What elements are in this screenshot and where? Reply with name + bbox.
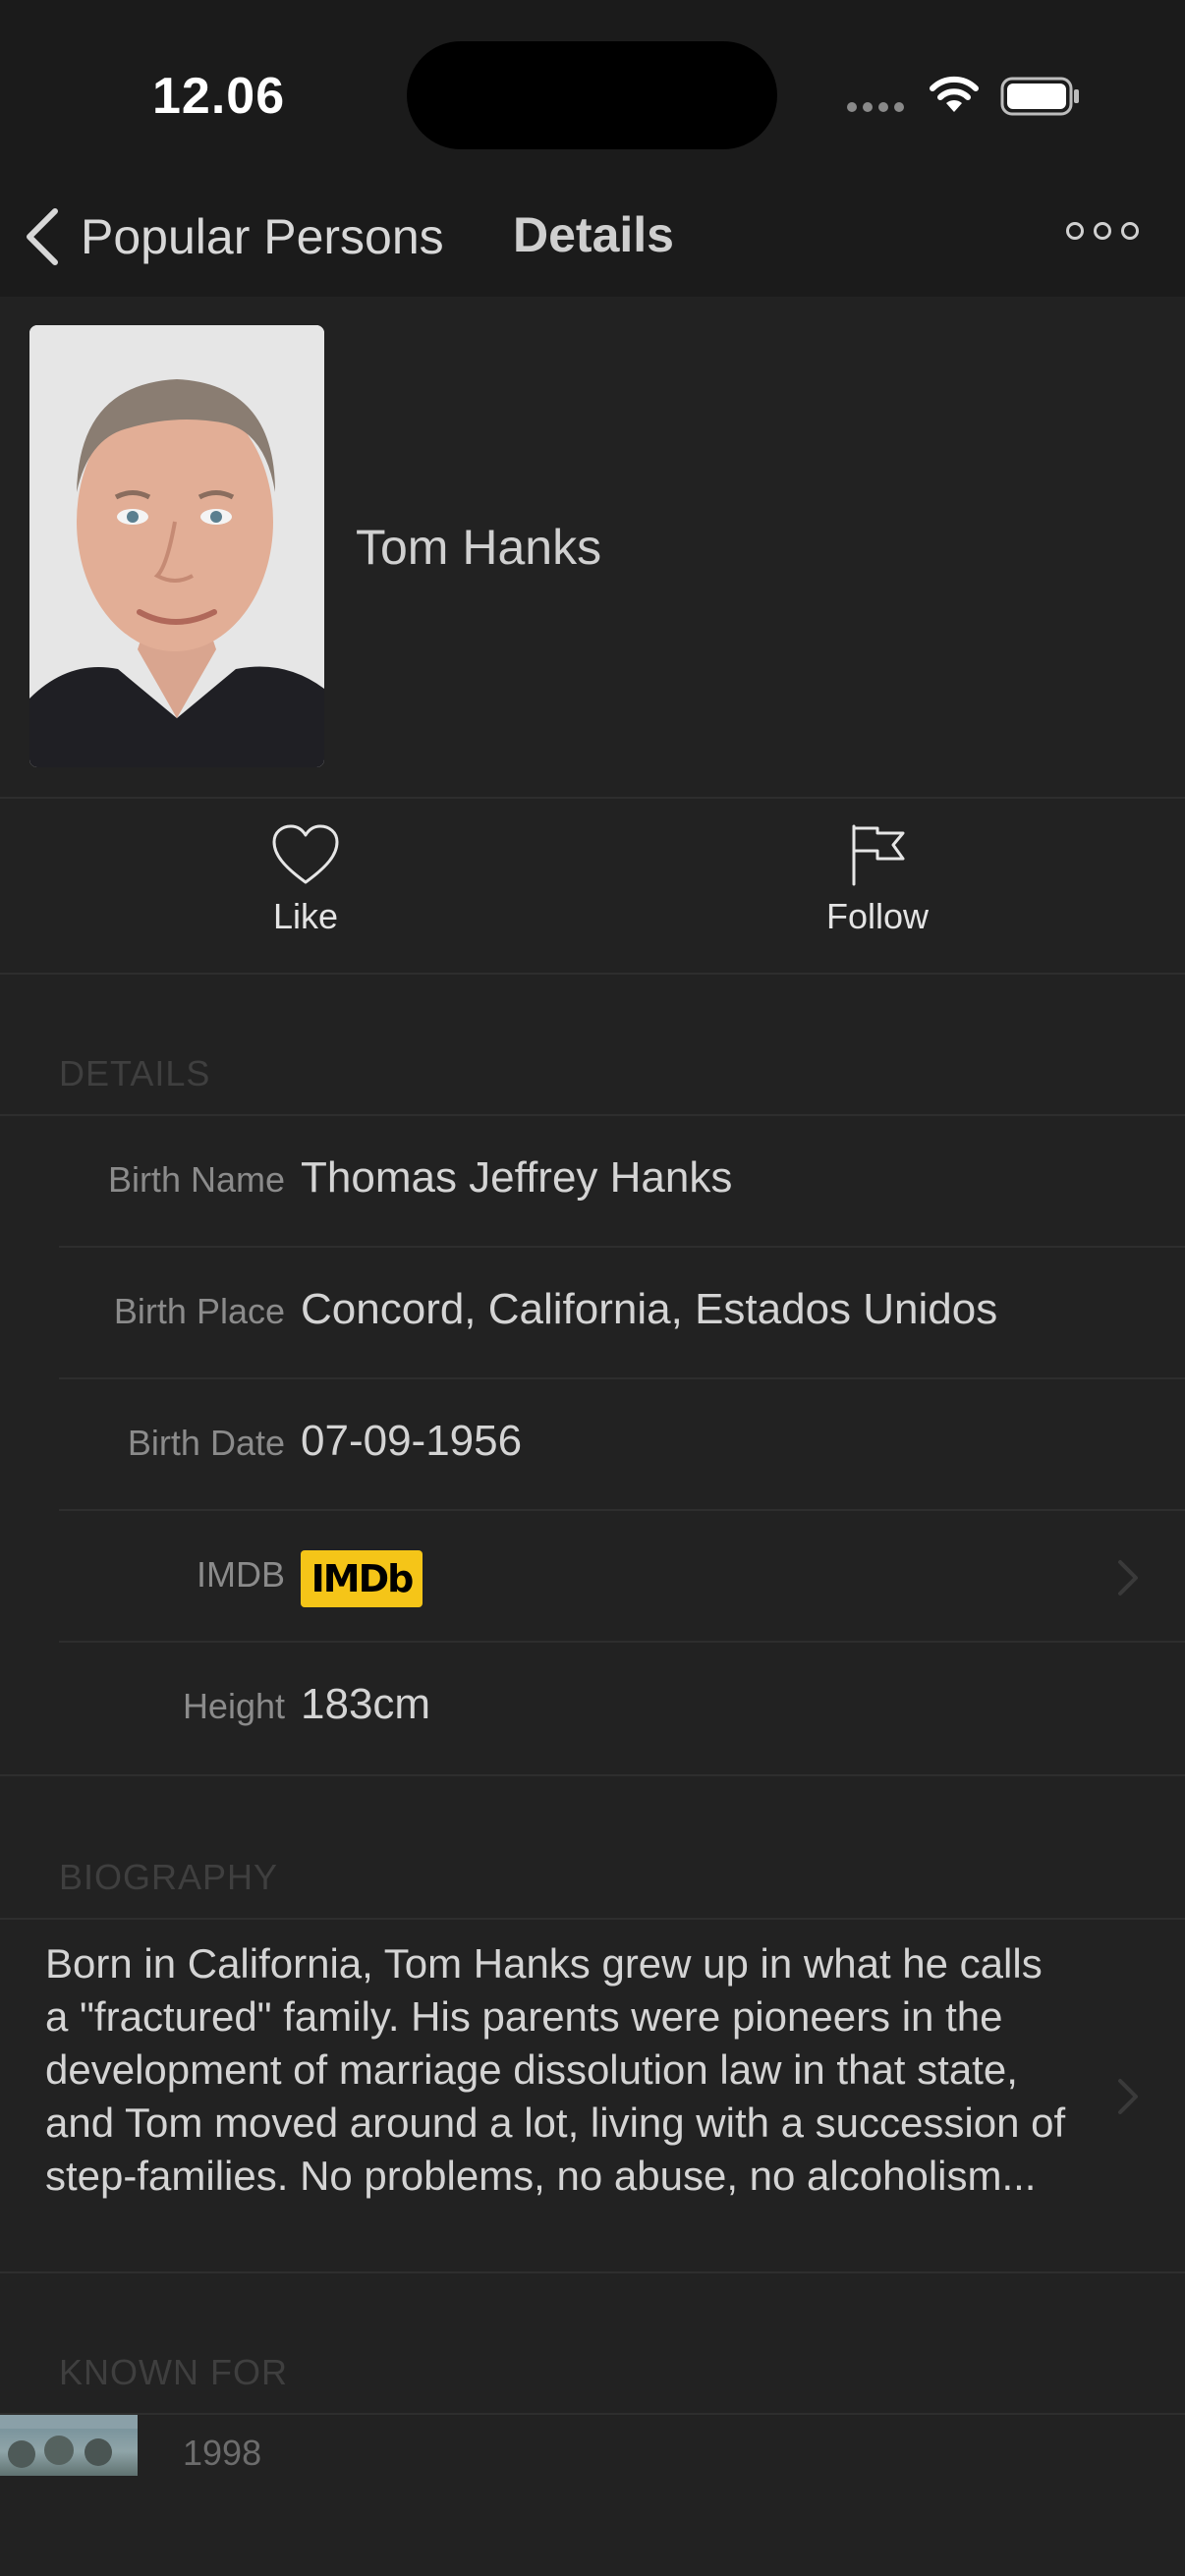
detail-row-imdb[interactable]: IMDB IMDb <box>0 1511 1185 1643</box>
dynamic-island <box>407 41 777 149</box>
row-value: Concord, California, Estados Unidos <box>301 1285 998 1333</box>
row-value: 183cm <box>301 1680 431 1728</box>
row-label: Birth Name <box>107 1159 285 1200</box>
detail-row-birth-name: Birth Name Thomas Jeffrey Hanks <box>0 1116 1185 1248</box>
divider <box>0 2271 1185 2273</box>
flag-icon <box>852 824 905 886</box>
row-label: Birth Place <box>113 1291 285 1331</box>
back-button[interactable]: Popular Persons <box>24 202 444 271</box>
divider <box>0 1774 1185 1776</box>
divider <box>0 1918 1185 1920</box>
divider <box>0 797 1185 799</box>
chevron-left-icon <box>27 208 58 265</box>
divider <box>0 2413 1185 2415</box>
row-label: Height <box>182 1686 285 1726</box>
row-label: IMDB <box>197 1554 285 1595</box>
status-time: 12.06 <box>152 68 286 125</box>
follow-label: Follow <box>825 896 930 936</box>
more-options-icon[interactable] <box>1066 222 1139 240</box>
like-label: Like <box>272 896 339 936</box>
chevron-right-icon <box>1118 1560 1138 1596</box>
section-header-known-for: KNOWN FOR <box>59 2352 288 2392</box>
detail-row-height: Height 183cm <box>0 1643 1185 1774</box>
detail-row-birth-date: Birth Date 07-09-1956 <box>0 1379 1185 1511</box>
row-value: Thomas Jeffrey Hanks <box>301 1153 733 1202</box>
cellular-signal-icon <box>847 102 904 112</box>
movie-poster-thumbnail[interactable] <box>0 2415 138 2476</box>
section-header-biography: BIOGRAPHY <box>59 1857 279 1897</box>
biography-text[interactable]: Born in California, Tom Hanks grew up in… <box>45 1937 1067 2203</box>
heart-icon <box>272 824 339 884</box>
section-header-details: DETAILS <box>59 1053 211 1093</box>
wifi-icon <box>930 76 979 112</box>
navigation-bar: Popular Persons Details <box>0 177 1185 297</box>
like-button[interactable]: Like <box>207 823 404 937</box>
row-label: Birth Date <box>127 1423 285 1463</box>
divider <box>0 973 1185 975</box>
row-value: 07-09-1956 <box>301 1417 523 1465</box>
imdb-logo: IMDb <box>301 1550 423 1607</box>
page-title: Details <box>513 207 674 262</box>
known-for-year: 1998 <box>183 2433 262 2473</box>
detail-row-birth-place: Birth Place Concord, California, Estados… <box>0 1248 1185 1379</box>
chevron-right-icon <box>1118 2079 1138 2114</box>
follow-button[interactable]: Follow <box>779 823 976 937</box>
person-portrait <box>29 325 324 767</box>
back-button-label: Popular Persons <box>81 209 444 264</box>
status-bar: 12.06 <box>0 0 1185 177</box>
person-name: Tom Hanks <box>356 520 602 575</box>
battery-icon <box>1000 77 1079 116</box>
